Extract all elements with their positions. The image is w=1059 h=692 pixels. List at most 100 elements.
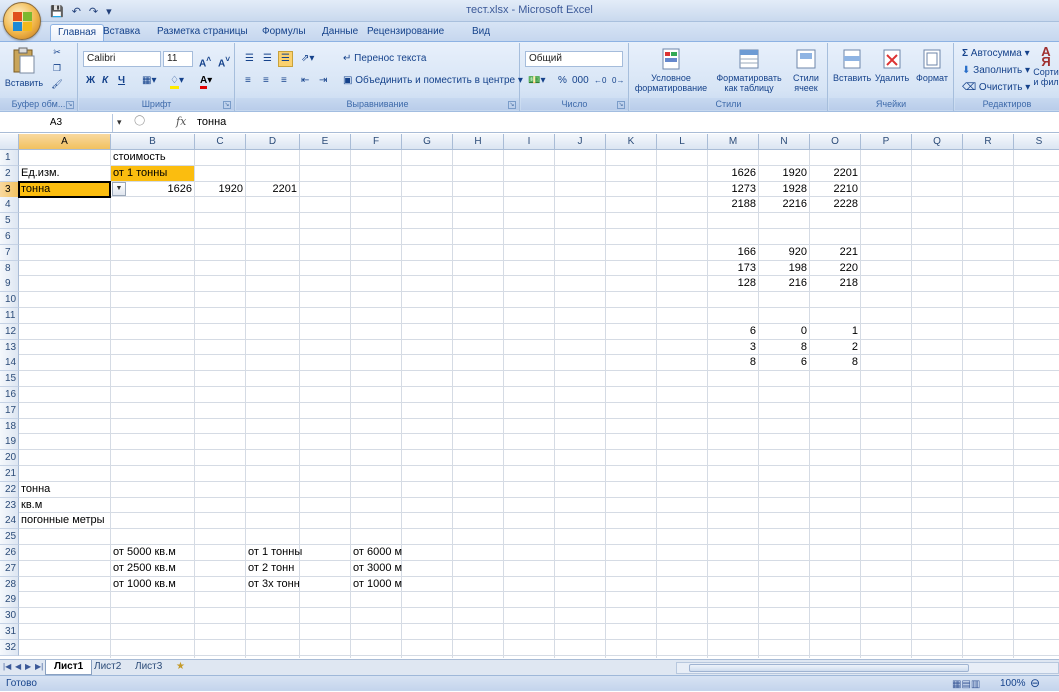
grow-font-icon[interactable]: A˄ xyxy=(196,51,214,69)
column-header-R[interactable]: R xyxy=(963,134,1014,150)
zoom-out-icon[interactable]: ⊖ xyxy=(1030,676,1040,691)
column-header-A[interactable]: A xyxy=(19,134,111,150)
conditional-formatting-button[interactable]: Условное форматирование xyxy=(632,47,710,93)
underline-button[interactable]: Ч xyxy=(115,73,128,89)
cell-D26[interactable]: от 1 тонны xyxy=(246,545,302,560)
cell-D3[interactable]: 2201 xyxy=(246,182,299,197)
row-header-24[interactable]: 24 xyxy=(0,513,19,530)
cell-O4[interactable]: 2228 xyxy=(810,197,860,212)
insert-cells-button[interactable]: Вставить xyxy=(833,47,871,83)
column-header-C[interactable]: C xyxy=(195,134,246,150)
column-header-M[interactable]: M xyxy=(708,134,759,150)
italic-button[interactable]: К xyxy=(99,73,111,89)
cell-O9[interactable]: 218 xyxy=(810,276,860,291)
cell-M4[interactable]: 2188 xyxy=(708,197,758,212)
row-header-21[interactable]: 21 xyxy=(0,466,19,482)
row-header-7[interactable]: 7 xyxy=(0,244,19,261)
cell-A2[interactable]: Ед.изм. xyxy=(19,166,110,181)
next-sheet-icon[interactable]: ▶ xyxy=(25,662,31,671)
number-format-box[interactable]: Общий xyxy=(525,51,623,67)
scroll-thumb[interactable] xyxy=(689,664,969,672)
column-header-S[interactable]: S xyxy=(1014,134,1059,150)
font-name-box[interactable]: Calibri xyxy=(83,51,161,67)
font-launcher-icon[interactable]: ↘ xyxy=(223,101,231,109)
cell-M2[interactable]: 1626 xyxy=(708,166,758,181)
align-left-icon[interactable]: ≡ xyxy=(242,73,254,89)
merge-center-button[interactable]: ▣ Объединить и поместить в центре ▾ xyxy=(340,73,526,89)
orientation-icon[interactable]: ⇗▾ xyxy=(298,51,317,67)
row-header-11[interactable]: 11 xyxy=(0,308,19,324)
select-all-button[interactable] xyxy=(0,134,19,150)
currency-icon[interactable]: 💵▾ xyxy=(525,73,548,89)
row-header-30[interactable]: 30 xyxy=(0,608,19,625)
cell-A22[interactable]: тонна xyxy=(19,482,110,497)
column-header-K[interactable]: K xyxy=(606,134,657,150)
tab-formulas[interactable]: Формулы xyxy=(255,24,313,42)
cell-O14[interactable]: 8 xyxy=(810,355,860,370)
align-middle-icon[interactable]: ☰ xyxy=(260,51,275,67)
insert-sheet-icon[interactable]: ★ xyxy=(168,660,193,675)
cut-icon[interactable]: ✂ xyxy=(50,47,64,57)
row-header-6[interactable]: 6 xyxy=(0,229,19,245)
row-header-5[interactable]: 5 xyxy=(0,213,19,230)
name-box[interactable]: A3 xyxy=(0,114,113,132)
fill-button[interactable]: ⬇ Заполнить ▾ xyxy=(959,63,1033,79)
cell-N14[interactable]: 6 xyxy=(759,355,809,370)
row-header-31[interactable]: 31 xyxy=(0,624,19,640)
cell-styles-button[interactable]: Стили ячеек xyxy=(786,47,826,93)
column-header-G[interactable]: G xyxy=(402,134,453,150)
align-right-icon[interactable]: ≡ xyxy=(278,73,290,89)
save-icon[interactable]: 💾 xyxy=(48,5,66,18)
decrease-indent-icon[interactable]: ⇤ xyxy=(298,73,312,89)
clipboard-launcher-icon[interactable]: ↘ xyxy=(66,101,74,109)
row-header-25[interactable]: 25 xyxy=(0,529,19,546)
row-header-3[interactable]: 3 xyxy=(0,181,19,198)
cell-N3[interactable]: 1928 xyxy=(759,182,809,197)
first-sheet-icon[interactable]: |◀ xyxy=(3,662,11,671)
row-header-17[interactable]: 17 xyxy=(0,402,19,419)
cell-N12[interactable]: 0 xyxy=(759,324,809,339)
cell-O2[interactable]: 2201 xyxy=(810,166,860,181)
increase-decimal-icon[interactable]: ←0 xyxy=(591,73,609,89)
cell-M3[interactable]: 1273 xyxy=(708,182,758,197)
column-header-Q[interactable]: Q xyxy=(912,134,963,150)
row-header-16[interactable]: 16 xyxy=(0,387,19,403)
column-header-L[interactable]: L xyxy=(657,134,708,150)
name-box-dropdown-icon[interactable]: ▾ xyxy=(117,117,122,128)
column-header-B[interactable]: B xyxy=(111,134,195,150)
horizontal-scrollbar[interactable] xyxy=(676,662,1059,674)
column-header-H[interactable]: H xyxy=(453,134,504,150)
autosum-button[interactable]: Σ Автосумма ▾ xyxy=(959,46,1033,62)
sheet-tab-2[interactable]: Лист2 xyxy=(86,660,129,675)
row-header-26[interactable]: 26 xyxy=(0,545,19,561)
row-header-20[interactable]: 20 xyxy=(0,450,19,467)
insert-function-icon[interactable]: fx xyxy=(176,115,186,128)
sort-filter-button[interactable]: AЯ Сорти и фил xyxy=(1031,47,1059,87)
cell-B1[interactable]: стоимость xyxy=(111,150,194,165)
format-painter-icon[interactable]: 🖌 xyxy=(50,79,64,89)
row-header-10[interactable]: 10 xyxy=(0,292,19,309)
last-sheet-icon[interactable]: ▶| xyxy=(35,662,43,671)
cell-M8[interactable]: 173 xyxy=(708,261,758,276)
row-header-14[interactable]: 14 xyxy=(0,355,19,372)
cell-F28[interactable]: от 1000 м xyxy=(351,577,402,592)
tab-page-layout[interactable]: Разметка страницы xyxy=(150,24,255,42)
row-header-4[interactable]: 4 xyxy=(0,197,19,214)
format-cells-button[interactable]: Формат xyxy=(913,47,951,83)
thousands-button[interactable]: 000 xyxy=(569,73,592,89)
delete-cells-button[interactable]: Удалить xyxy=(873,47,911,83)
cell-B27[interactable]: от 2500 кв.м xyxy=(111,561,194,576)
row-header-29[interactable]: 29 xyxy=(0,592,19,609)
column-header-D[interactable]: D xyxy=(246,134,300,150)
font-color-icon[interactable]: A▾ xyxy=(197,73,215,89)
cell-F26[interactable]: от 6000 м xyxy=(351,545,402,560)
row-header-28[interactable]: 28 xyxy=(0,576,19,593)
font-size-box[interactable]: 11 xyxy=(163,51,193,67)
cell-F27[interactable]: от 3000 м xyxy=(351,561,402,576)
format-as-table-button[interactable]: Форматировать как таблицу xyxy=(714,47,784,93)
cell-C3[interactable]: 1920 xyxy=(195,182,245,197)
cell-N8[interactable]: 198 xyxy=(759,261,809,276)
row-header-1[interactable]: 1 xyxy=(0,150,19,166)
tab-insert[interactable]: Вставка xyxy=(96,24,147,42)
row-header-15[interactable]: 15 xyxy=(0,371,19,388)
